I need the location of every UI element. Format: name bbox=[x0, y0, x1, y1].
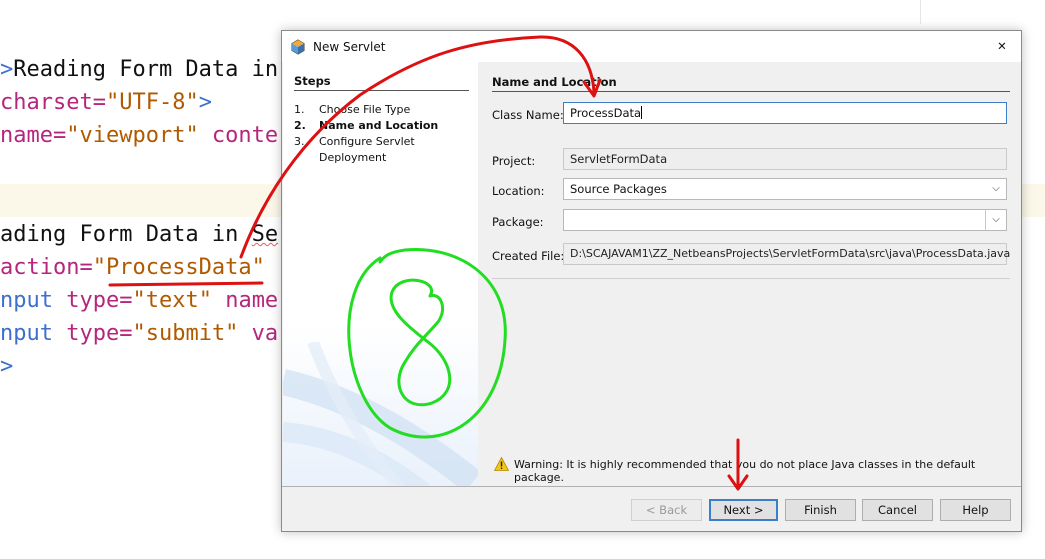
code-token: "ProcessData" bbox=[92, 255, 265, 280]
content-heading: Name and Location bbox=[492, 75, 617, 89]
warning-message: Warning: It is highly recommended that y… bbox=[514, 458, 976, 484]
chevron-down-icon[interactable]: ⌵ bbox=[986, 210, 1006, 230]
wizard-decoration-graphic bbox=[283, 342, 478, 486]
text-caret bbox=[641, 106, 643, 119]
code-token: > bbox=[198, 90, 212, 115]
dialog-title: New Servlet bbox=[313, 40, 386, 54]
netbeans-cube-icon bbox=[291, 39, 305, 55]
created-file-label: Created File: bbox=[492, 249, 565, 263]
step-number: 3. bbox=[294, 135, 305, 148]
location-label: Location: bbox=[492, 184, 545, 198]
dialog-titlebar[interactable]: New Servlet ✕ bbox=[282, 31, 1021, 62]
code-line-8: > bbox=[0, 354, 13, 380]
code-token: name bbox=[211, 288, 279, 313]
code-token: type= bbox=[52, 288, 133, 313]
chevron-down-icon[interactable]: ⌵ bbox=[986, 179, 1006, 199]
code-token: Reading Form Data in bbox=[13, 57, 279, 82]
location-value: Source Packages bbox=[570, 182, 667, 196]
step-label: Configure Servlet Deployment bbox=[319, 135, 415, 164]
content-bottom-divider bbox=[492, 278, 1010, 279]
code-line-3: name="viewport" conte bbox=[0, 123, 278, 149]
back-button[interactable]: < Back bbox=[631, 499, 702, 521]
class-name-label: Class Name: bbox=[492, 108, 564, 122]
cancel-button[interactable]: Cancel bbox=[862, 499, 933, 521]
class-name-input[interactable]: ProcessData bbox=[563, 102, 1007, 124]
steps-heading: Steps bbox=[294, 74, 331, 88]
close-button[interactable]: ✕ bbox=[989, 34, 1015, 58]
code-token: charset= bbox=[0, 90, 106, 115]
step-number: 1. bbox=[294, 103, 305, 116]
steps-divider bbox=[294, 90, 469, 91]
code-token: type= bbox=[52, 321, 133, 346]
new-servlet-dialog: New Servlet ✕ Steps 1. Choose File Type … bbox=[281, 30, 1022, 532]
editor-right-margin bbox=[920, 0, 921, 24]
content-divider bbox=[492, 91, 1010, 92]
close-icon: ✕ bbox=[997, 39, 1007, 53]
finish-button[interactable]: Finish bbox=[785, 499, 856, 521]
created-file-field: D:\SCAJAVAM1\ZZ_NetbeansProjects\Servlet… bbox=[563, 243, 1010, 265]
class-name-value: ProcessData bbox=[570, 106, 642, 120]
code-token: va bbox=[238, 321, 279, 346]
code-line-2: charset="UTF-8"> bbox=[0, 90, 212, 116]
package-combobox[interactable]: ⌵ bbox=[563, 209, 1007, 231]
warning-icon bbox=[494, 457, 509, 471]
step-number: 2. bbox=[294, 119, 306, 132]
project-field: ServletFormData bbox=[563, 148, 1007, 170]
step-label: Choose File Type bbox=[319, 103, 411, 116]
code-token: action= bbox=[0, 255, 93, 280]
step-label: Name and Location bbox=[319, 119, 439, 132]
code-line-7: nput type="submit" va bbox=[0, 321, 278, 347]
code-token: > bbox=[0, 354, 14, 379]
code-token: "submit" bbox=[132, 321, 239, 346]
code-line-6: nput type="text" name bbox=[0, 288, 278, 314]
code-token: > bbox=[0, 57, 14, 82]
code-token: conte bbox=[198, 123, 279, 148]
steps-panel: Steps 1. Choose File Type 2. Name and Lo… bbox=[283, 62, 478, 486]
code-token: name= bbox=[0, 123, 67, 148]
code-token: "viewport" bbox=[66, 123, 199, 148]
package-label: Package: bbox=[492, 215, 544, 229]
help-button[interactable]: Help bbox=[940, 499, 1011, 521]
code-token: "UTF-8" bbox=[105, 90, 199, 115]
location-select[interactable]: Source Packages ⌵ bbox=[563, 178, 1007, 200]
code-line-1: >Reading Form Data in bbox=[0, 57, 278, 83]
next-button[interactable]: Next > bbox=[709, 499, 778, 521]
footer-divider bbox=[282, 486, 1021, 487]
code-token: Se bbox=[251, 222, 279, 247]
code-token: nput bbox=[0, 321, 53, 346]
code-line-4: ading Form Data in Se bbox=[0, 222, 278, 248]
project-label: Project: bbox=[492, 154, 536, 168]
code-token: "text" bbox=[132, 288, 212, 313]
code-token: nput bbox=[0, 288, 53, 313]
code-token: ading Form Data in bbox=[0, 222, 252, 247]
code-line-5: action="ProcessData" bbox=[0, 255, 265, 281]
